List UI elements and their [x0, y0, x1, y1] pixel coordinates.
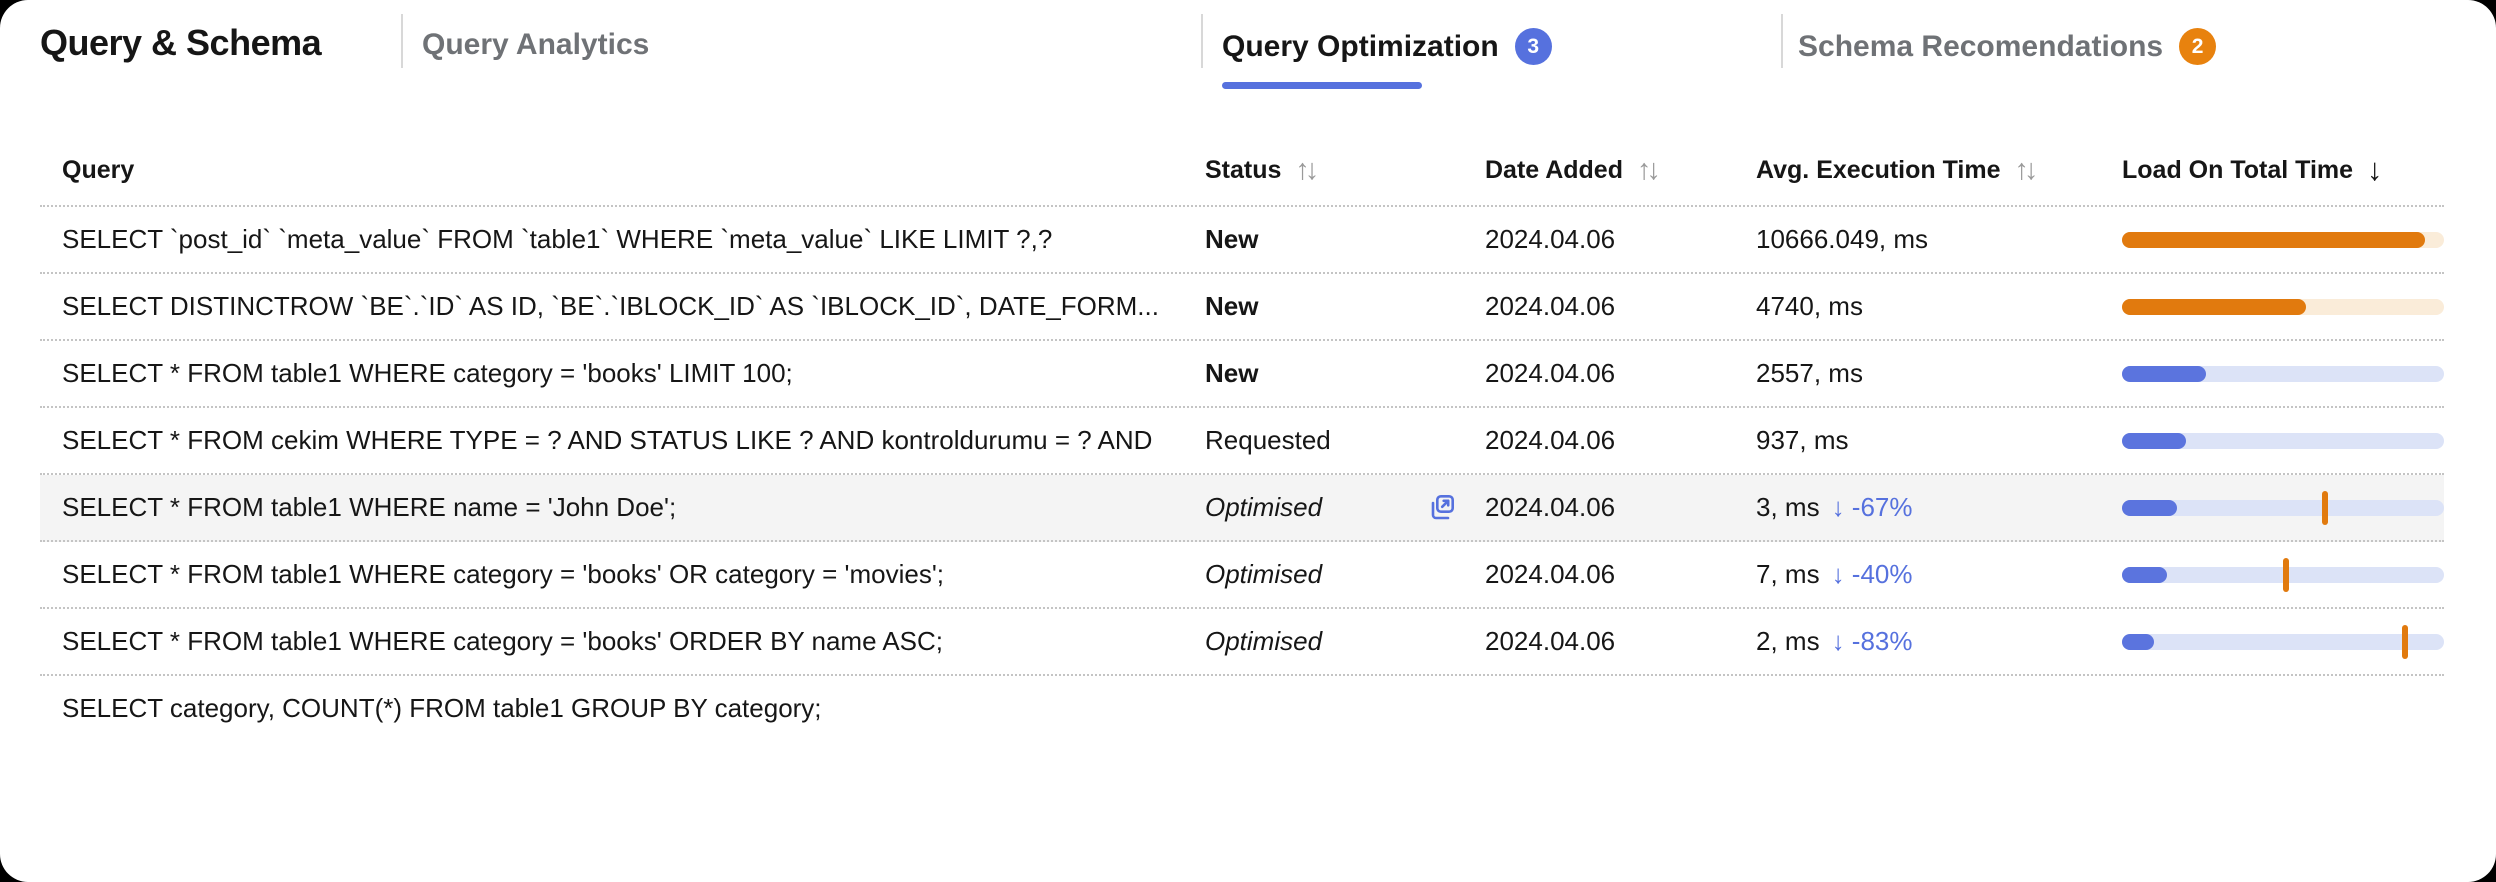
status-text: Optimised: [1205, 626, 1322, 657]
load-bar: [2122, 299, 2444, 315]
query-text: SELECT category, COUNT(*) FROM table1 GR…: [40, 693, 1205, 724]
load-bar-previous-marker: [2402, 625, 2408, 659]
tab-label: Schema Recomendations: [1798, 30, 2163, 64]
table-row[interactable]: SELECT category, COUNT(*) FROM table1 GR…: [40, 676, 2444, 741]
active-tab-underline: [1222, 82, 1422, 89]
column-header-avg-execution-time[interactable]: Avg. Execution Time ↑↓: [1756, 154, 2122, 187]
load-bar-fill: [2122, 299, 2306, 315]
load-bar-fill: [2122, 366, 2206, 382]
date-added: 2024.04.06: [1485, 425, 1756, 456]
page-title: Query & Schema: [40, 22, 321, 64]
table-row[interactable]: SELECT * FROM table1 WHERE category = 'b…: [40, 542, 2444, 609]
table-row[interactable]: SELECT * FROM table1 WHERE category = 'b…: [40, 609, 2444, 676]
query-schema-panel: Query & Schema Query Analytics Query Opt…: [0, 0, 2496, 882]
improvement-percent: ↓ -40%: [1832, 559, 1913, 590]
tab-label: Query Analytics: [422, 28, 649, 62]
query-text: SELECT * FROM table1 WHERE category = 'b…: [40, 559, 1205, 590]
table-row[interactable]: SELECT * FROM table1 WHERE category = 'b…: [40, 341, 2444, 408]
load-bar: [2122, 433, 2444, 449]
status-text: Optimised: [1205, 492, 1322, 523]
load-bar-fill: [2122, 433, 2186, 449]
query-text: SELECT * FROM cekim WHERE TYPE = ? AND S…: [40, 425, 1205, 456]
load-bar-previous-marker: [2322, 491, 2328, 525]
status-text: New: [1205, 358, 1258, 389]
avg-time-value: 4740, ms: [1756, 291, 1863, 322]
avg-time-value: 937, ms: [1756, 425, 1849, 456]
query-text: SELECT * FROM table1 WHERE name = 'John …: [40, 492, 1205, 523]
tab-label: Query Optimization: [1222, 30, 1499, 64]
column-header-date-added[interactable]: Date Added ↑↓: [1485, 154, 1756, 187]
sort-updown-icon[interactable]: ↑↓: [2015, 154, 2039, 187]
sort-updown-icon[interactable]: ↑↓: [1637, 154, 1661, 187]
load-bar: [2122, 232, 2444, 248]
tab-query-analytics[interactable]: Query Analytics: [422, 28, 649, 62]
date-added: 2024.04.06: [1485, 291, 1756, 322]
load-bar-previous-marker: [2283, 558, 2289, 592]
status-text: New: [1205, 291, 1258, 322]
sort-desc-icon[interactable]: ↓: [2367, 152, 2388, 188]
avg-time-value: 2, ms: [1756, 626, 1820, 657]
improvement-percent: ↓ -67%: [1832, 492, 1913, 523]
column-header-load-on-total-time[interactable]: Load On Total Time ↓: [2122, 152, 2444, 188]
tab-divider: [401, 14, 403, 68]
load-bar-fill: [2122, 634, 2154, 650]
tab-schema-recomendations[interactable]: Schema Recomendations 2: [1798, 28, 2216, 65]
improvement-percent: ↓ -83%: [1832, 626, 1913, 657]
column-header-query: Query: [40, 156, 1205, 185]
avg-time-value: 10666.049, ms: [1756, 224, 1928, 255]
date-added: 2024.04.06: [1485, 492, 1756, 523]
tab-divider: [1781, 14, 1783, 68]
table-row[interactable]: SELECT * FROM cekim WHERE TYPE = ? AND S…: [40, 408, 2444, 475]
status-text: Requested: [1205, 425, 1331, 456]
tab-divider: [1201, 14, 1203, 68]
query-text: SELECT * FROM table1 WHERE category = 'b…: [40, 626, 1205, 657]
table-header: Query Status ↑↓ Date Added ↑↓ Avg. Execu…: [40, 135, 2444, 207]
load-bar-fill: [2122, 232, 2425, 248]
date-added: 2024.04.06: [1485, 224, 1756, 255]
load-bar: [2122, 500, 2444, 516]
date-added: 2024.04.06: [1485, 626, 1756, 657]
status-text: Optimised: [1205, 559, 1322, 590]
avg-time-value: 3, ms: [1756, 492, 1820, 523]
tab-query-optimization[interactable]: Query Optimization 3: [1222, 28, 1552, 65]
avg-time-value: 2557, ms: [1756, 358, 1863, 389]
load-bar: [2122, 567, 2444, 583]
table-row[interactable]: SELECT DISTINCTROW `BE`.`ID` AS ID, `BE`…: [40, 274, 2444, 341]
count-badge: 2: [2179, 28, 2216, 65]
sort-updown-icon[interactable]: ↑↓: [1295, 154, 1319, 187]
avg-time-value: 7, ms: [1756, 559, 1820, 590]
query-text: SELECT `post_id` `meta_value` FROM `tabl…: [40, 224, 1205, 255]
load-bar-fill: [2122, 500, 2177, 516]
load-bar: [2122, 366, 2444, 382]
date-added: 2024.04.06: [1485, 358, 1756, 389]
load-bar: [2122, 634, 2444, 650]
table-row[interactable]: SELECT * FROM table1 WHERE name = 'John …: [40, 475, 2444, 542]
query-text: SELECT DISTINCTROW `BE`.`ID` AS ID, `BE`…: [40, 291, 1205, 322]
status-text: New: [1205, 224, 1258, 255]
count-badge: 3: [1515, 28, 1552, 65]
load-bar-fill: [2122, 567, 2167, 583]
launch-icon[interactable]: [1425, 491, 1459, 525]
table-body: SELECT `post_id` `meta_value` FROM `tabl…: [40, 207, 2444, 741]
query-text: SELECT * FROM table1 WHERE category = 'b…: [40, 358, 1205, 389]
date-added: 2024.04.06: [1485, 559, 1756, 590]
table-row[interactable]: SELECT `post_id` `meta_value` FROM `tabl…: [40, 207, 2444, 274]
column-header-status[interactable]: Status ↑↓: [1205, 154, 1485, 187]
